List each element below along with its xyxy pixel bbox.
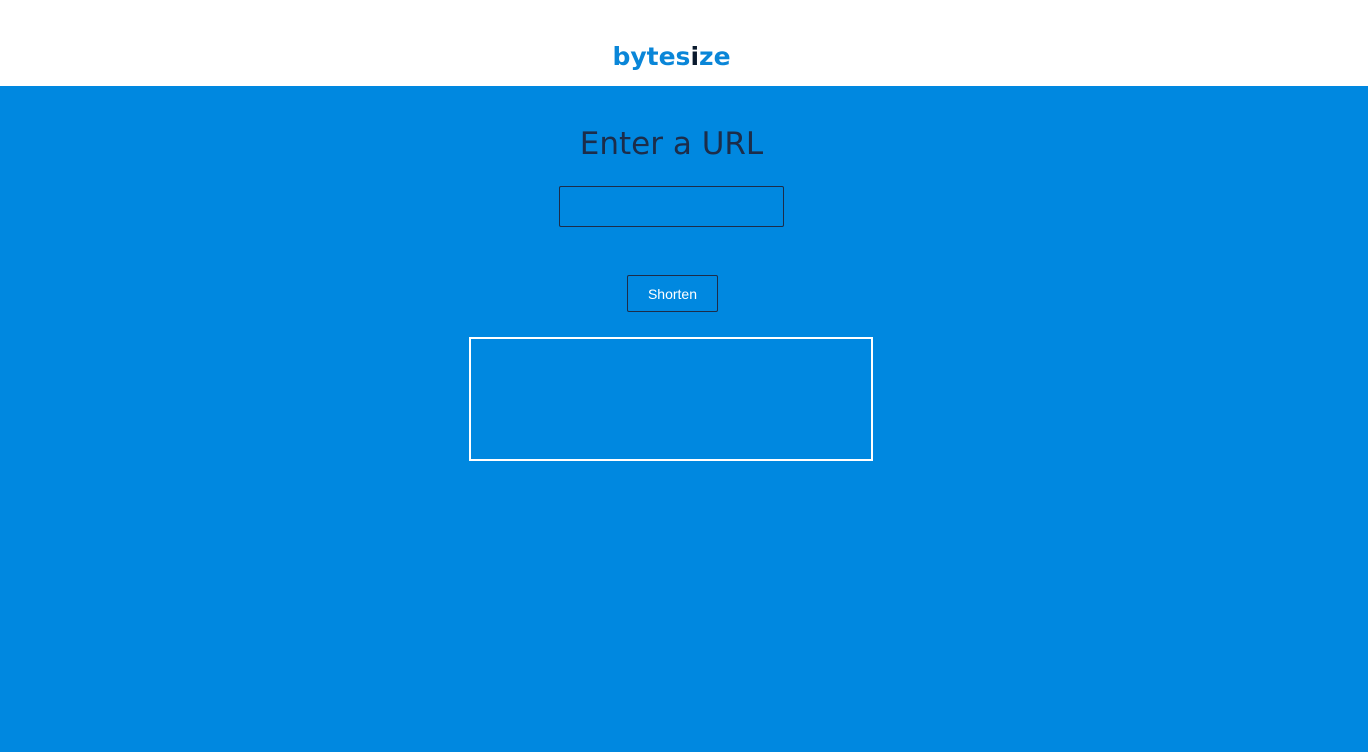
logo-text-suffix: ze: [699, 42, 731, 71]
result-box: [469, 337, 873, 461]
site-header: bytesize: [0, 0, 1368, 86]
logo-text-prefix: bytes: [612, 42, 691, 71]
url-input[interactable]: [559, 186, 784, 227]
page-title: Enter a URL: [579, 126, 764, 162]
main-panel: Enter a URL Shorten: [0, 86, 1368, 752]
logo-text-accent: i: [690, 42, 700, 71]
shorten-button[interactable]: Shorten: [627, 275, 718, 312]
bytesize-logo[interactable]: bytesize: [0, 40, 1343, 74]
